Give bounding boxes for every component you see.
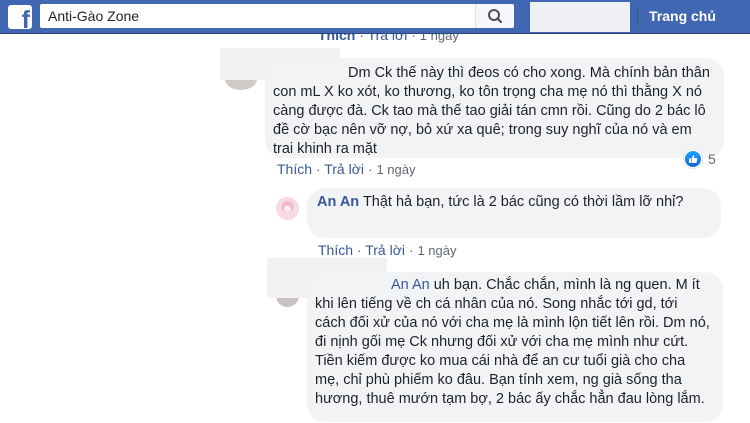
reply-link[interactable]: Trả lời	[324, 161, 364, 177]
comment-actions-c2: Thích · Trả lời · 1 ngày	[318, 242, 457, 258]
search-input[interactable]	[40, 4, 468, 28]
avatar[interactable]	[276, 197, 299, 220]
comment-author[interactable]: An An	[317, 194, 359, 210]
facebook-logo-letter: f	[21, 6, 30, 30]
comment-bubble-c3: An An uh bạn. Chắc chắn, mình là ng quen…	[307, 272, 723, 422]
like-link[interactable]: Thích	[277, 161, 312, 177]
facebook-logo-icon[interactable]: f	[8, 5, 32, 29]
comment-text: Dm Ck thế này thì đeos có cho xong. Mà c…	[273, 65, 710, 157]
reaction-summary[interactable]: 5	[684, 149, 716, 169]
profile-link-redacted[interactable]	[530, 2, 630, 32]
comment-text: Thật hả bạn, tức là 2 bác cũng có thời l…	[362, 194, 684, 210]
topbar-divider	[637, 8, 638, 26]
comment-actions-c1: Thích · Trả lời · 1 ngày	[277, 161, 416, 177]
search-button[interactable]	[475, 4, 514, 28]
avatar-image	[276, 197, 299, 220]
comment-text: uh bạn. Chắc chắn, mình là ng quen. M ít…	[315, 277, 710, 407]
comment-time[interactable]: 1 ngày	[376, 162, 415, 177]
comment-time[interactable]: 1 ngày	[417, 243, 456, 258]
search-icon	[488, 9, 503, 24]
comment-body: An An Thật hả bạn, tức là 2 bác cũng có …	[317, 193, 712, 212]
search-box[interactable]	[40, 4, 475, 28]
reply-link[interactable]: Trả lời	[365, 242, 405, 258]
home-link[interactable]: Trang chủ	[649, 8, 716, 24]
top-navigation-bar: f Trang chủ	[0, 0, 750, 34]
comment-bubble-c2: An An Thật hả bạn, tức là 2 bác cũng có …	[307, 188, 721, 238]
like-link[interactable]: Thích	[318, 242, 353, 258]
comment-bubble-c1: Dm Ck thế này thì đeos có cho xong. Mà c…	[265, 58, 724, 158]
like-icon	[684, 150, 702, 168]
comment-mention[interactable]: An An	[391, 277, 430, 293]
comment-body: An An uh bạn. Chắc chắn, mình là ng quen…	[315, 276, 711, 409]
reaction-count: 5	[708, 151, 716, 167]
